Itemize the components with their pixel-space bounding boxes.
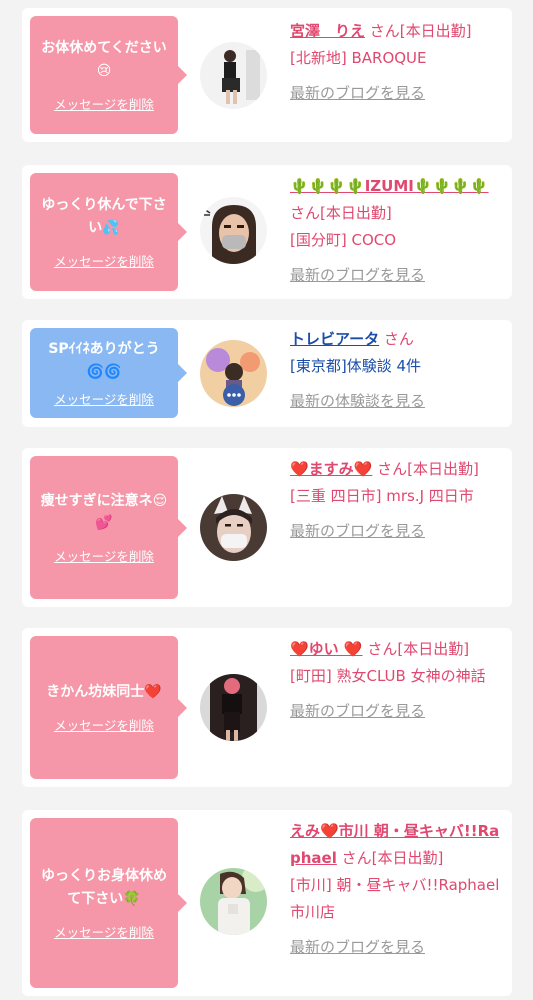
shop-name: [東京都]体験談 4件 — [290, 357, 422, 375]
message-bubble: SPｲｲﾈありがとう🌀🌀 メッセージを削除 — [30, 328, 187, 418]
message-bubble: 痩せすぎに注意ネ😌💕 メッセージを削除 — [30, 456, 187, 599]
message-bubble: ゆっくり休んで下さい💦 メッセージを削除 — [30, 173, 187, 291]
avatar[interactable] — [200, 868, 267, 935]
latest-blog-link[interactable]: 最新のブログを見る — [290, 262, 425, 289]
latest-blog-link[interactable]: 最新のブログを見る — [290, 80, 425, 107]
message-text: お体休めてください😢 — [41, 40, 167, 79]
latest-blog-link[interactable]: 最新のブログを見る — [290, 518, 425, 545]
member-name-link[interactable]: ❤️ゆい ❤️ — [290, 640, 363, 658]
avatar[interactable] — [200, 42, 267, 109]
member-info: 🌵🌵🌵🌵IZUMI🌵🌵🌵🌵 さん[本日出勤] [国分町] COCO 最新のブログ… — [290, 173, 500, 289]
delete-message-link[interactable]: メッセージを削除 — [54, 251, 154, 270]
avatar-image — [200, 494, 267, 561]
message-bubble: お体休めてください😢 メッセージを削除 — [30, 16, 187, 134]
message-text: SPｲｲﾈありがとう🌀🌀 — [48, 341, 160, 380]
latest-blog-link[interactable]: 最新のブログを見る — [290, 698, 425, 725]
message-card: SPｲｲﾈありがとう🌀🌀 メッセージを削除 トレビアータ さん [東京都]体験談… — [22, 320, 512, 427]
member-info: えみ❤️市川 朝・昼キャバ!!Raphael さん[本日出勤] [市川] 朝・昼… — [290, 818, 500, 961]
avatar-image — [200, 340, 267, 407]
avatar-image — [200, 42, 267, 109]
message-bubble: ゆっくりお身体休めて下さい🍀 メッセージを削除 — [30, 818, 187, 988]
member-status: さん[本日出勤] — [367, 640, 470, 658]
avatar[interactable] — [200, 494, 267, 561]
message-card: きかん坊妹同士❤️ メッセージを削除 ❤️ゆい ❤️ さん[本日出勤] [町田]… — [22, 628, 512, 787]
message-bubble: きかん坊妹同士❤️ メッセージを削除 — [30, 636, 187, 779]
shop-name: [三重 四日市] mrs.J 四日市 — [290, 487, 474, 505]
message-card: 痩せすぎに注意ネ😌💕 メッセージを削除 ❤️ますみ❤️ さん[本日出勤] [三重… — [22, 448, 512, 607]
message-list: お体休めてください😢 メッセージを削除 宮澤 りえ さん[本日出勤] [北新地]… — [0, 0, 533, 1000]
message-text: 痩せすぎに注意ネ😌💕 — [40, 492, 168, 531]
shop-name: [市川] 朝・昼キャバ!!Raphael 市川店 — [290, 876, 500, 921]
message-card: ゆっくり休んで下さい💦 メッセージを削除 🌵🌵🌵🌵IZUMI🌵🌵🌵🌵 さん[本日… — [22, 165, 512, 299]
shop-name: [町田] 熟女CLUB 女神の神話 — [290, 667, 486, 685]
delete-message-link[interactable]: メッセージを削除 — [54, 389, 154, 408]
member-status: さん[本日出勤] — [341, 849, 444, 867]
member-name-link[interactable]: トレビアータ — [290, 330, 379, 348]
latest-review-link[interactable]: 最新の体験談を見る — [290, 388, 425, 415]
avatar-image — [200, 674, 267, 741]
avatar[interactable] — [200, 197, 267, 264]
delete-message-link[interactable]: メッセージを削除 — [54, 546, 154, 565]
delete-message-link[interactable]: メッセージを削除 — [54, 715, 154, 734]
avatar[interactable] — [200, 674, 267, 741]
message-text: ゆっくり休んで下さい💦 — [41, 197, 167, 236]
member-status: さん[本日出勤] — [290, 204, 392, 222]
avatar[interactable] — [200, 340, 267, 407]
member-info: ❤️ますみ❤️ さん[本日出勤] [三重 四日市] mrs.J 四日市 最新のブ… — [290, 456, 500, 545]
latest-blog-link[interactable]: 最新のブログを見る — [290, 934, 425, 961]
avatar-image — [200, 197, 267, 264]
delete-message-link[interactable]: メッセージを削除 — [54, 922, 154, 941]
avatar-image — [200, 868, 267, 935]
member-info: 宮澤 りえ さん[本日出勤] [北新地] BAROQUE 最新のブログを見る — [290, 18, 500, 107]
member-status: さん[本日出勤] — [377, 460, 479, 478]
member-name-link[interactable]: 宮澤 りえ — [290, 22, 365, 40]
member-status: さん[本日出勤] — [369, 22, 472, 40]
member-status: さん — [383, 330, 414, 348]
member-name-link[interactable]: 🌵🌵🌵🌵IZUMI🌵🌵🌵🌵 — [290, 177, 489, 195]
member-name-link[interactable]: ❤️ますみ❤️ — [290, 460, 372, 478]
message-card: お体休めてください😢 メッセージを削除 宮澤 りえ さん[本日出勤] [北新地]… — [22, 8, 512, 142]
delete-message-link[interactable]: メッセージを削除 — [54, 94, 154, 113]
member-info: トレビアータ さん [東京都]体験談 4件 最新の体験談を見る — [290, 326, 500, 415]
message-card: ゆっくりお身体休めて下さい🍀 メッセージを削除 えみ❤️市川 朝・昼キャバ!!R… — [22, 810, 512, 996]
member-info: ❤️ゆい ❤️ さん[本日出勤] [町田] 熟女CLUB 女神の神話 最新のブロ… — [290, 636, 500, 725]
shop-name: [北新地] BAROQUE — [290, 49, 427, 67]
shop-name: [国分町] COCO — [290, 231, 397, 249]
message-text: きかん坊妹同士❤️ — [46, 683, 162, 700]
message-text: ゆっくりお身体休めて下さい🍀 — [41, 868, 167, 907]
